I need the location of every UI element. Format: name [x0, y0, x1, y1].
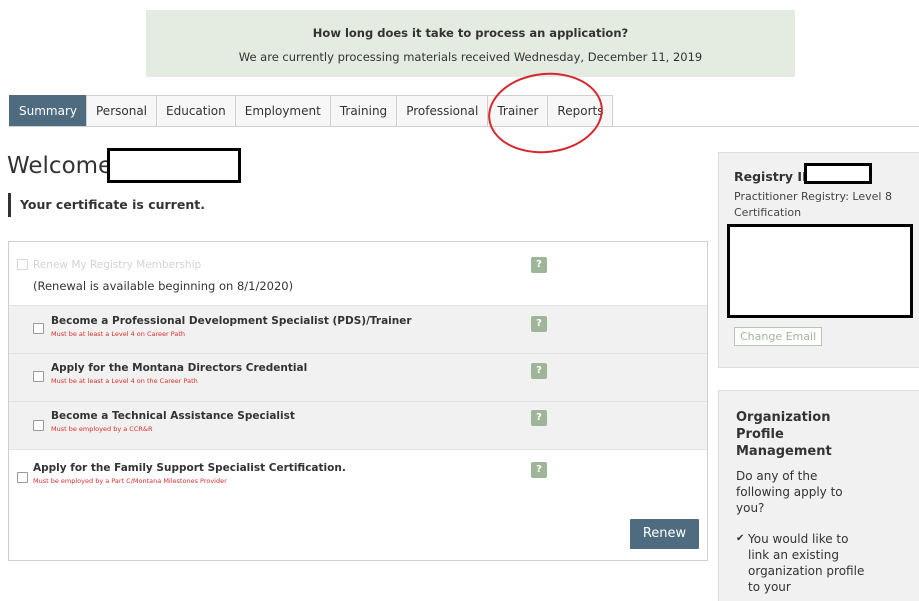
family-support-label: Apply for the Family Support Specialist … — [33, 462, 346, 474]
organization-panel: Organization Profile Management Do any o… — [718, 390, 919, 601]
technical-assistance-label: Become a Technical Assistance Specialist — [51, 410, 295, 422]
tabs-divider — [9, 126, 919, 127]
registry-level: Practitioner Registry: Level 8 Certifica… — [734, 190, 892, 219]
tab-summary[interactable]: Summary — [9, 95, 86, 127]
help-icon[interactable]: ? — [531, 257, 547, 273]
pds-trainer-requirement: Must be at least a Level 4 on Career Pat… — [51, 330, 186, 338]
renewal-note: (Renewal is available beginning on 8/1/2… — [33, 279, 294, 293]
processing-notice: How long does it take to process an appl… — [146, 10, 795, 77]
organization-item-text: You would like to link an existing organ… — [748, 532, 865, 594]
renew-membership-label: Renew My Registry Membership — [33, 259, 202, 271]
list-item: Renew My Registry Membership (Renewal is… — [9, 242, 707, 305]
notice-question: How long does it take to process an appl… — [312, 26, 629, 40]
help-icon[interactable]: ? — [531, 363, 547, 379]
registry-panel: Registry ID Practitioner Registry: Level… — [718, 152, 919, 368]
check-icon: ✔ — [736, 533, 745, 544]
change-email-button[interactable]: Change Email — [734, 327, 823, 346]
redacted-name — [107, 148, 241, 183]
directors-credential-requirement: Must be at least a Level 4 on the Career… — [51, 377, 198, 385]
redacted-profile-photo — [727, 224, 913, 318]
notice-processing-date: We are currently processing materials re… — [238, 50, 703, 64]
renew-membership-checkbox[interactable] — [17, 259, 28, 270]
registry-id-label: Registry ID — [734, 169, 813, 184]
directors-credential-checkbox[interactable] — [33, 371, 44, 382]
renew-button[interactable]: Renew — [630, 519, 699, 549]
redacted-registry-id — [804, 163, 872, 184]
tab-employment[interactable]: Employment — [234, 95, 330, 127]
pds-trainer-checkbox[interactable] — [33, 323, 44, 334]
tab-personal[interactable]: Personal — [86, 95, 157, 127]
family-support-requirement: Must be employed by a Part C/Montana Mil… — [33, 477, 227, 485]
list-item: Become a Technical Assistance Specialist… — [9, 401, 707, 449]
certificate-status: Your certificate is current. — [8, 193, 205, 217]
organization-title: Organization Profile Management — [736, 410, 832, 459]
help-icon[interactable]: ? — [531, 462, 547, 478]
welcome-heading: Welcome, — [7, 153, 120, 179]
list-item: ✔ You would like to link an existing org… — [736, 531, 866, 595]
technical-assistance-requirement: Must be employed by a CCR&R — [51, 425, 153, 433]
list-item: Become a Professional Development Specia… — [9, 305, 707, 353]
list-item: Apply for the Family Support Specialist … — [9, 449, 707, 509]
membership-panel: Renew My Registry Membership (Renewal is… — [8, 241, 708, 561]
directors-credential-label: Apply for the Montana Directors Credenti… — [51, 362, 308, 374]
technical-assistance-checkbox[interactable] — [33, 420, 44, 431]
list-item: Apply for the Montana Directors Credenti… — [9, 353, 707, 401]
tab-training[interactable]: Training — [329, 95, 397, 127]
help-icon[interactable]: ? — [531, 410, 547, 426]
pds-trainer-label: Become a Professional Development Specia… — [51, 315, 412, 327]
tab-professional[interactable]: Professional — [396, 95, 488, 127]
tab-education[interactable]: Education — [156, 95, 235, 127]
organization-question: Do any of the following apply to you? — [736, 469, 843, 515]
help-icon[interactable]: ? — [531, 316, 547, 332]
annotation-circle — [484, 67, 607, 159]
family-support-checkbox[interactable] — [17, 472, 28, 483]
